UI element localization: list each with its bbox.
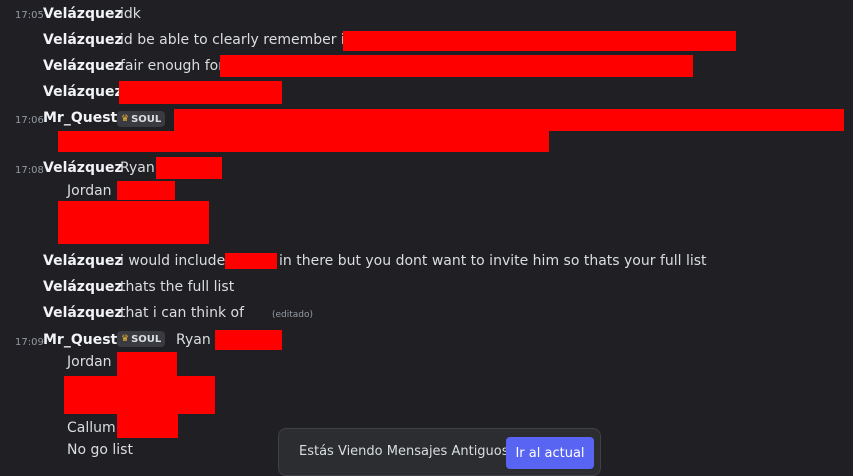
role-badge[interactable]: ♛ SOUL (117, 331, 166, 347)
redaction-block (117, 352, 177, 376)
message-author[interactable]: Velázquez (43, 84, 123, 100)
banner-text: Estás Viendo Mensajes Antiguos (299, 444, 509, 459)
message-text: thats the full list (120, 279, 235, 295)
crown-icon: ♛ (121, 114, 130, 124)
redaction-block (225, 253, 277, 269)
crown-icon: ♛ (121, 334, 130, 344)
redaction-block (174, 109, 844, 131)
message-author[interactable]: Velázquez (43, 58, 123, 74)
message-text: Ryan (120, 160, 155, 176)
badge-label: SOUL (131, 113, 162, 125)
old-messages-banner: Estás Viendo Mensajes Antiguos Ir al act… (278, 428, 601, 476)
timestamp: 17:05 (15, 10, 44, 21)
timestamp: 17:08 (15, 165, 44, 176)
edited-tag: (editado) (272, 310, 314, 320)
message-text: Jordan (67, 354, 112, 370)
redaction-block (64, 376, 215, 414)
message-author[interactable]: Mr_Quest (43, 110, 117, 126)
message-author[interactable]: Velázquez (43, 305, 123, 321)
message-text: Callum (67, 420, 116, 436)
message-text: that i can think of (120, 305, 244, 321)
redaction-block (119, 81, 282, 104)
jump-to-present-button[interactable]: Ir al actual (506, 437, 594, 469)
redaction-block (58, 201, 209, 244)
redaction-block (215, 330, 282, 350)
message-text: in there but you dont want to invite him… (279, 253, 707, 269)
message-text: No go list (67, 442, 133, 458)
redaction-block (343, 31, 736, 51)
message-author[interactable]: Mr_Quest (43, 332, 117, 348)
timestamp: 17:06 (15, 115, 44, 126)
message-text: Ryan (176, 332, 211, 348)
message-text: id be able to clearly remember if (120, 32, 350, 48)
message-text: idk (120, 6, 141, 22)
redaction-block (117, 414, 178, 438)
redaction-block (58, 131, 549, 152)
badge-label: SOUL (131, 333, 162, 345)
redaction-block (156, 157, 222, 179)
message-author[interactable]: Velázquez (43, 6, 123, 22)
timestamp: 17:09 (15, 337, 44, 348)
message-text: Jordan (67, 183, 112, 199)
message-text: fair enough for (120, 58, 224, 74)
message-author[interactable]: Velázquez (43, 253, 123, 269)
message-text: i would include (120, 253, 226, 269)
message-author[interactable]: Velázquez (43, 160, 123, 176)
role-badge[interactable]: ♛ SOUL (117, 111, 166, 127)
message-author[interactable]: Velázquez (43, 279, 123, 295)
redaction-block (117, 181, 175, 200)
redaction-block (220, 55, 693, 77)
message-author[interactable]: Velázquez (43, 32, 123, 48)
